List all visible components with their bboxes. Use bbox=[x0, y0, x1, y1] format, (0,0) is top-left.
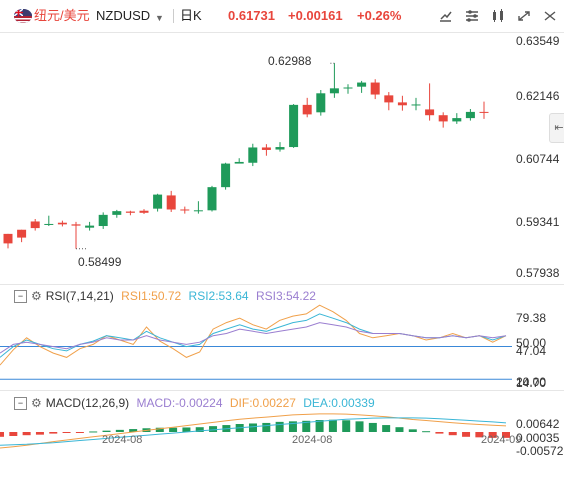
date-label: 2024-08 bbox=[292, 434, 333, 446]
date-label: 2024-08 bbox=[102, 434, 143, 446]
candle-body bbox=[275, 147, 285, 150]
candle-body bbox=[411, 104, 421, 106]
rsi1-line bbox=[0, 304, 507, 366]
macd-histogram-bar bbox=[75, 432, 84, 433]
rsi3-value: RSI3:54.22 bbox=[255, 289, 316, 303]
macd-histogram-bar bbox=[262, 422, 271, 432]
macd-histogram-bar bbox=[422, 431, 431, 433]
macd-histogram-bar bbox=[209, 426, 218, 432]
macd-header: − ⚙ MACD(12,26,9) MACD:-0.00224 DIF:0.0022… bbox=[14, 396, 379, 411]
candle-body bbox=[17, 229, 27, 238]
candle-body bbox=[30, 221, 40, 229]
rsi-axis-label: 47.04 bbox=[516, 344, 547, 358]
price-axis-label: 0.63549 bbox=[516, 34, 560, 48]
macd-histogram-bar bbox=[355, 421, 364, 432]
candle-body bbox=[357, 82, 367, 87]
candle-body bbox=[261, 147, 271, 150]
candle-body bbox=[85, 225, 95, 228]
candle-body bbox=[221, 163, 231, 188]
candle-body bbox=[248, 147, 258, 163]
candle-body bbox=[343, 87, 353, 89]
candle-body bbox=[44, 223, 54, 225]
rsi-name: RSI(7,14,21) bbox=[45, 289, 114, 303]
candle-body bbox=[112, 211, 122, 215]
candle-body bbox=[425, 109, 435, 116]
candle-body bbox=[316, 93, 326, 113]
macd-histogram-bar bbox=[395, 427, 404, 432]
candle-body bbox=[207, 187, 217, 211]
macd-histogram-bar bbox=[102, 430, 111, 432]
pane-divider bbox=[0, 284, 564, 285]
macd-histogram-bar bbox=[342, 420, 351, 432]
macd-histogram-bar bbox=[408, 429, 417, 432]
macd-histogram-bar bbox=[169, 427, 178, 432]
candle-body bbox=[57, 222, 67, 225]
candle-body bbox=[452, 118, 462, 122]
macd-histogram-bar bbox=[462, 432, 471, 437]
macd-histogram-bar bbox=[62, 432, 71, 433]
macd-histogram-bar bbox=[9, 432, 18, 436]
collapse-icon[interactable]: − bbox=[14, 290, 27, 304]
candle-body bbox=[329, 88, 339, 94]
macd-histogram-bar bbox=[435, 432, 444, 434]
candle-body bbox=[384, 95, 394, 103]
candle-body bbox=[166, 195, 176, 210]
macd-histogram-bar bbox=[49, 432, 58, 434]
gear-icon[interactable]: ⚙ bbox=[31, 289, 42, 303]
macd-name: MACD(12,26,9) bbox=[45, 396, 130, 410]
macd-histogram-bar bbox=[382, 425, 391, 432]
expand-sidebar-button[interactable]: ⇤ bbox=[549, 113, 564, 143]
price-axis-label: 0.60744 bbox=[516, 152, 560, 166]
macd-histogram-bar bbox=[328, 419, 337, 432]
macd-histogram-bar bbox=[35, 432, 44, 435]
candle-body bbox=[479, 111, 489, 113]
macd-histogram-bar bbox=[448, 432, 457, 436]
candle-body bbox=[98, 214, 108, 227]
rsi2-value: RSI2:53.64 bbox=[188, 289, 249, 303]
price-axis-label: 0.62146 bbox=[516, 89, 560, 103]
low-annotation: 0.58499 bbox=[78, 255, 122, 269]
candle-body bbox=[370, 82, 380, 95]
rsi-axis-label: 79.38 bbox=[516, 311, 547, 325]
dif-value: DIF:0.00227 bbox=[229, 396, 296, 410]
date-label: 2024-09 bbox=[481, 434, 522, 446]
candle-body bbox=[139, 210, 149, 213]
candle-body bbox=[289, 104, 299, 148]
macd-axis-label: -0.00572 bbox=[516, 444, 564, 458]
candle-body bbox=[438, 115, 448, 122]
macd-histogram-bar bbox=[22, 432, 31, 436]
dea-value: DEA:0.00339 bbox=[303, 396, 375, 410]
pane-divider bbox=[0, 390, 564, 391]
candle-body bbox=[3, 233, 13, 244]
candle-body bbox=[193, 210, 203, 212]
macd-histogram-bar bbox=[0, 432, 4, 437]
candle-body bbox=[71, 224, 81, 226]
price-axis-label: 0.57938 bbox=[516, 266, 560, 280]
candle-body bbox=[180, 209, 190, 211]
rsi3-line bbox=[0, 322, 507, 354]
high-annotation: 0.62988 bbox=[268, 54, 312, 68]
collapse-icon[interactable]: − bbox=[14, 397, 27, 411]
candle-body bbox=[302, 104, 312, 115]
rsi1-value: RSI1:50.72 bbox=[121, 289, 182, 303]
candle-body bbox=[465, 111, 475, 119]
macd-histogram-bar bbox=[115, 429, 124, 432]
gear-icon[interactable]: ⚙ bbox=[31, 396, 42, 410]
candle-body bbox=[234, 161, 244, 164]
macd-axis-label: 0.00642 bbox=[516, 417, 560, 431]
macd-histogram-bar bbox=[368, 422, 377, 432]
candle-body bbox=[397, 102, 407, 106]
candle-body bbox=[153, 194, 163, 209]
price-axis-label: 0.59341 bbox=[516, 215, 560, 229]
macd-histogram-bar bbox=[275, 421, 284, 432]
rsi-header: − ⚙ RSI(7,14,21) RSI1:50.72 RSI2:53.64 RSI… bbox=[14, 289, 320, 304]
macd-histogram-bar bbox=[89, 431, 98, 433]
macd-axis-label: 0.00035 bbox=[516, 431, 560, 445]
rsi-axis-label: 14.70 bbox=[516, 376, 547, 390]
candle-body bbox=[125, 211, 135, 213]
macd-histogram-bar bbox=[249, 423, 257, 432]
macd-value: MACD:-0.00224 bbox=[136, 396, 223, 410]
